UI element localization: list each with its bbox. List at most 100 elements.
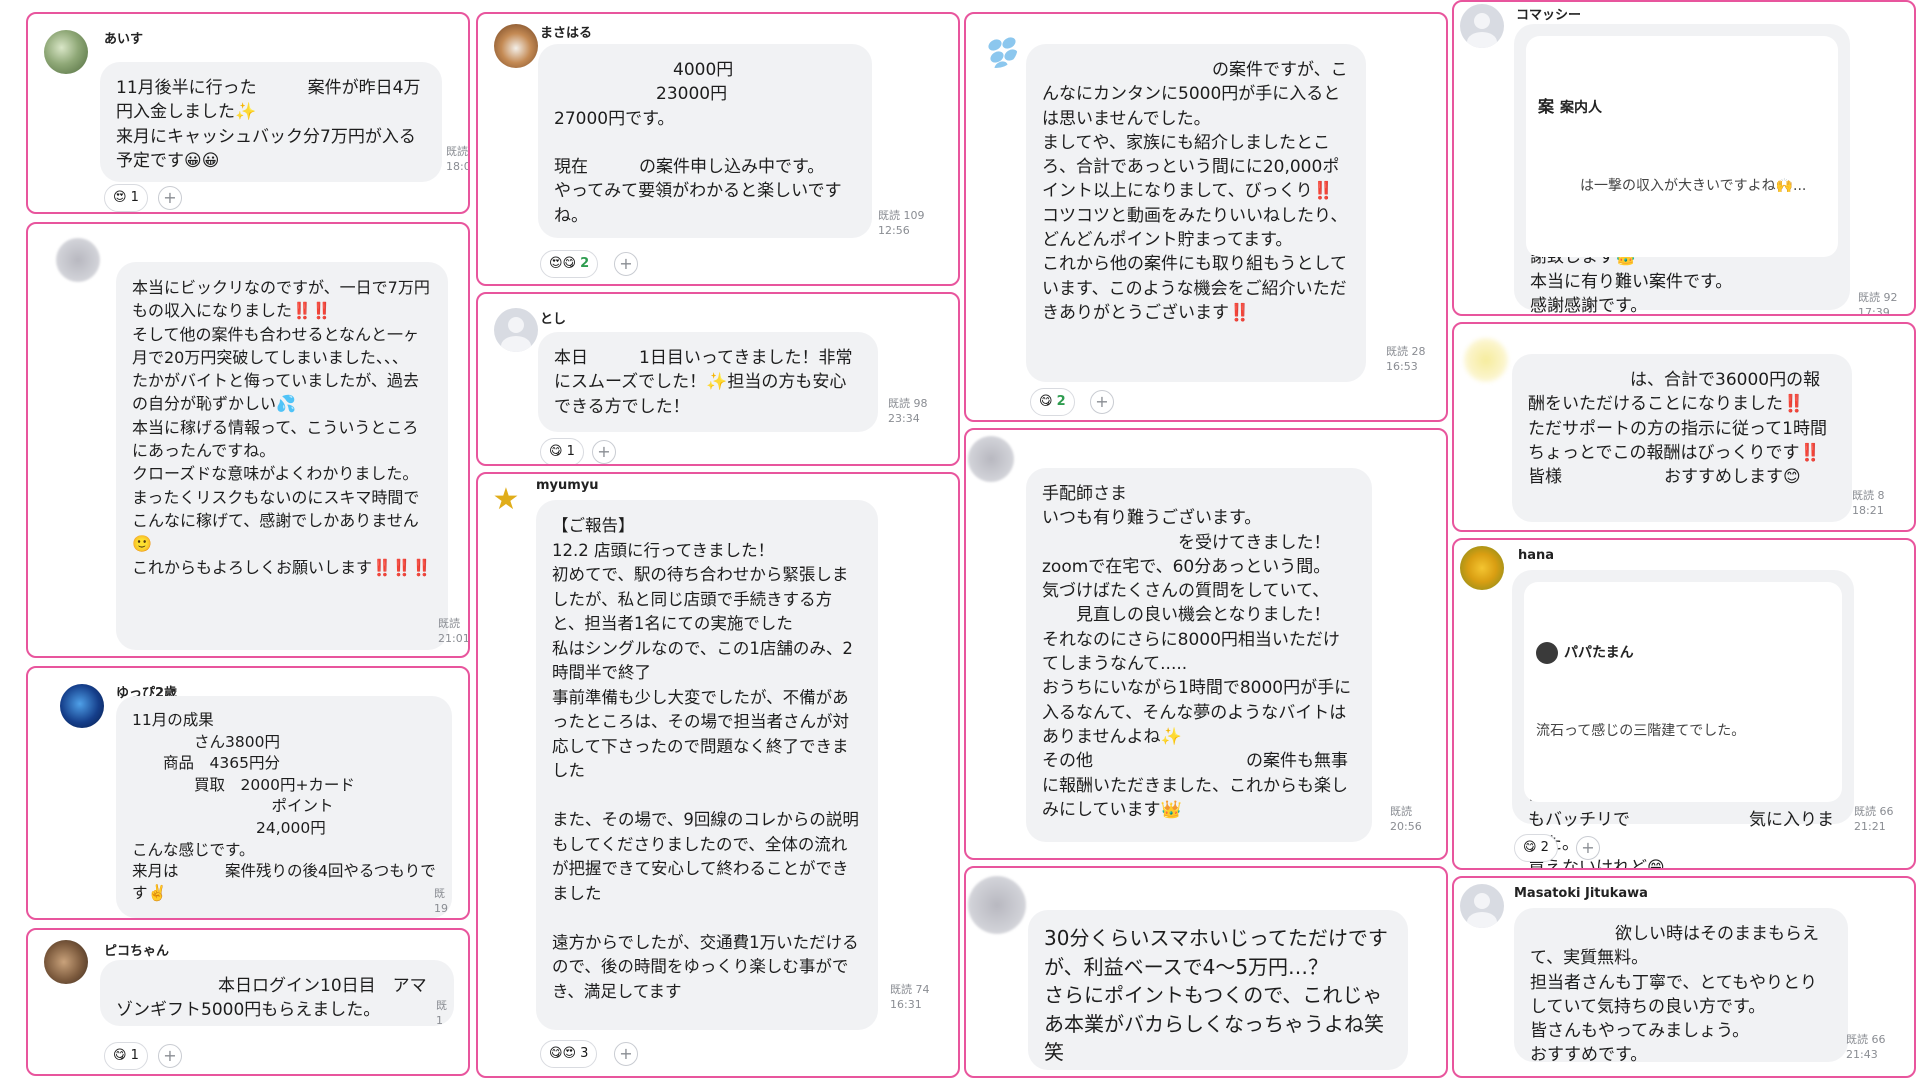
- user-avatar[interactable]: [494, 24, 538, 68]
- reaction-emoji: 😋: [113, 1048, 127, 1063]
- sender-name: [116, 238, 155, 257]
- add-reaction-button[interactable]: +: [1576, 836, 1600, 860]
- message-bubble: パパたまん 流石って感じの三階建てでした。 ほんとですね。我が家には広すぎて購入…: [1512, 570, 1854, 868]
- reaction-count: 2: [580, 256, 590, 271]
- message-bubble: 【ご報告】 12.2 店頭に行ってきました！ 初めてで、駅の待ち合わせから緊張し…: [536, 500, 878, 1030]
- message-card-yellow: は、合計で36000円の報酬をいただけることになりました‼️ ただサポートの方の…: [1452, 322, 1916, 532]
- reaction-emoji: 😍😋: [549, 256, 577, 271]
- add-reaction-button[interactable]: +: [614, 252, 638, 276]
- reaction-count: 2: [1540, 840, 1549, 855]
- read-status: 既読 92 17:39: [1858, 291, 1898, 316]
- add-reaction-button[interactable]: +: [158, 186, 182, 210]
- reaction-count: 1: [130, 190, 139, 205]
- reaction-emoji: 😋😍: [549, 1046, 577, 1061]
- reaction-count: 1: [130, 1048, 139, 1063]
- user-avatar[interactable]: [56, 238, 100, 282]
- sender-name: [1028, 436, 1067, 455]
- message-bubble: は、合計で36000円の報酬をいただけることになりました‼️ ただサポートの方の…: [1512, 354, 1852, 522]
- user-avatar[interactable]: [1464, 338, 1508, 382]
- user-avatar[interactable]: [44, 940, 88, 984]
- sender-name: hana: [1518, 548, 1555, 563]
- message-card-piko: ピコちゃん 本日ログイン10日目 アマゾンギフト5000円もらえました。 既 1…: [26, 928, 470, 1076]
- guide-logo-icon: 案: [1538, 96, 1555, 116]
- message-bubble: 30分くらいスマホいじってただけですが、利益ベースで4〜5万円…？ さらにポイン…: [1028, 910, 1408, 1070]
- read-status: 既 19: [434, 887, 448, 915]
- message-card-aisu: あいす 11月後半に行った 案件が昨日4万円入金しました✨ 来月にキャッシュバッ…: [26, 12, 470, 214]
- message-card-yuppi: ゆっぴ2歳 11月の成果 さん3800円 商品 4365円分 買取 2000円+…: [26, 666, 470, 920]
- read-status: 既読 20:56: [1390, 805, 1422, 833]
- user-avatar[interactable]: [1460, 4, 1504, 48]
- reaction-chip[interactable]: 😋 2: [1514, 834, 1558, 862]
- sender-name: [1516, 332, 1555, 351]
- message-bubble: 4000円 23000円 27000円です。 現在 の案件申し込み中です。 やっ…: [538, 44, 872, 238]
- read-status: 既読 18:0: [446, 145, 470, 173]
- message-bubble: 11月の成果 さん3800円 商品 4365円分 買取 2000円+カード ポイ…: [116, 696, 452, 918]
- quoted-text: は一撃の収入が大きいですよね🙌...: [1538, 178, 1807, 195]
- reaction-chip[interactable]: 😋 2: [1030, 388, 1075, 416]
- read-status: 既読 66 21:43: [1846, 1033, 1886, 1061]
- read-status: 既読 21:01: [438, 617, 470, 645]
- reaction-chip[interactable]: 😍😋 2: [540, 250, 599, 278]
- sender-name: [1030, 878, 1082, 897]
- read-status: 既読 28 16:53: [1386, 345, 1426, 373]
- reaction-count: 2: [1056, 394, 1066, 409]
- message-card-blur1: 本当にビックリなのですが、一日で7万円もの収入になりました‼️‼️ そして他の案…: [26, 222, 470, 658]
- add-reaction-button[interactable]: +: [592, 440, 616, 464]
- add-reaction-button[interactable]: +: [158, 1044, 182, 1068]
- reaction-chip[interactable]: 😋 1: [104, 1042, 148, 1070]
- message-card-masaharu: まさはる 4000円 23000円 27000円です。 現在 の案件申し込み中で…: [476, 12, 960, 286]
- add-reaction-button[interactable]: +: [1090, 390, 1114, 414]
- user-avatar[interactable]: [968, 436, 1014, 482]
- sender-name: とし: [540, 312, 567, 327]
- user-avatar[interactable]: [1460, 884, 1504, 928]
- reaction-emoji: 😋: [549, 444, 563, 459]
- message-card-komasshi: コマッシー 案案内人 は一撃の収入が大きいですよね🙌... 案内人様 を紹介して…: [1452, 0, 1916, 316]
- read-status: 既読 74 16:31: [890, 983, 930, 1011]
- app-logo-icon: [974, 24, 1018, 68]
- add-reaction-button[interactable]: +: [614, 1042, 638, 1066]
- reaction-chip[interactable]: 😋 1: [540, 438, 584, 464]
- message-card-toshi: とし 本日 1日目いってきました！非常にスムーズでした！✨担当の方も安心できる方…: [476, 292, 960, 466]
- user-avatar[interactable]: [60, 684, 104, 728]
- read-status: 既読 66 21:21: [1854, 805, 1894, 833]
- message-card-tiktok: の案件ですが、こんなにカンタンに5000円が手に入るとは思いませんでした。 まし…: [964, 12, 1448, 422]
- sender-name: あいす: [104, 32, 144, 47]
- reaction-emoji: 😋: [1039, 394, 1053, 409]
- sender-name: まさはる: [540, 26, 593, 41]
- message-card-hana: hana パパたまん 流石って感じの三階建てでした。 ほんとですね。我が家には広…: [1452, 538, 1916, 870]
- message-bubble: 本日ログイン10日目 アマゾンギフト5000円もらえました。: [100, 960, 454, 1026]
- quoted-message[interactable]: 案案内人 は一撃の収入が大きいですよね🙌...: [1526, 36, 1838, 258]
- message-card-smartphone: 30分くらいスマホいじってただけですが、利益ベースで4〜5万円…？ さらにポイン…: [964, 866, 1448, 1078]
- reaction-emoji: 😋: [1523, 840, 1537, 855]
- message-card-myumyu: ★ myumyu 【ご報告】 12.2 店頭に行ってきました！ 初めてで、駅の待…: [476, 472, 960, 1078]
- message-card-tehaishi: 手配師さま いつも有り難うございます。 を受けてきました！ zoomで在宅で、6…: [964, 428, 1448, 860]
- message-card-masatoki: Masatoki Jitukawa 欲しい時はそのままもらえて、実質無料。 担当…: [1452, 876, 1916, 1078]
- quoted-message[interactable]: パパたまん 流石って感じの三階建てでした。: [1524, 582, 1842, 803]
- quoted-sender: 案内人: [1560, 99, 1603, 116]
- message-bubble: 本当にビックリなのですが、一日で7万円もの収入になりました‼️‼️ そして他の案…: [116, 262, 448, 650]
- reaction-chip[interactable]: 😍 1: [104, 184, 148, 212]
- read-status: 既読 8 18:21: [1852, 489, 1885, 517]
- quoted-text: 流石って感じの三階建てでした。: [1536, 723, 1746, 740]
- reaction-count: 3: [580, 1046, 589, 1061]
- message-bubble: 手配師さま いつも有り難うございます。 を受けてきました！ zoomで在宅で、6…: [1026, 468, 1372, 842]
- sender-name: myumyu: [536, 478, 599, 493]
- read-status: 既読 98 23:34: [888, 397, 928, 425]
- sender-name: [1028, 22, 1080, 41]
- message-bubble: 案案内人 は一撃の収入が大きいですよね🙌... 案内人様 を紹介していただき 案…: [1514, 24, 1850, 314]
- user-avatar[interactable]: [44, 30, 88, 74]
- star-icon: ★: [492, 482, 520, 517]
- user-avatar-icon: [1536, 641, 1558, 664]
- sender-name: ピコちゃん: [104, 944, 170, 959]
- reaction-emoji: 😍: [113, 190, 127, 205]
- message-bubble: 欲しい時はそのままもらえて、実質無料。 担当者さんも丁寧で、とてもやりとりしてい…: [1514, 908, 1848, 1065]
- quoted-sender: パパたまん: [1564, 644, 1634, 661]
- reaction-count: 1: [566, 444, 575, 459]
- user-avatar[interactable]: [968, 876, 1026, 934]
- user-avatar[interactable]: [494, 308, 538, 352]
- user-avatar[interactable]: [1460, 546, 1504, 590]
- message-bubble: 11月後半に行った 案件が昨日4万円入金しました✨ 来月にキャッシュバック分7万…: [100, 62, 442, 182]
- read-status: 既読 109 12:56: [878, 209, 925, 237]
- sender-name: Masatoki Jitukawa: [1514, 886, 1648, 901]
- reaction-chip[interactable]: 😋😍 3: [540, 1040, 598, 1068]
